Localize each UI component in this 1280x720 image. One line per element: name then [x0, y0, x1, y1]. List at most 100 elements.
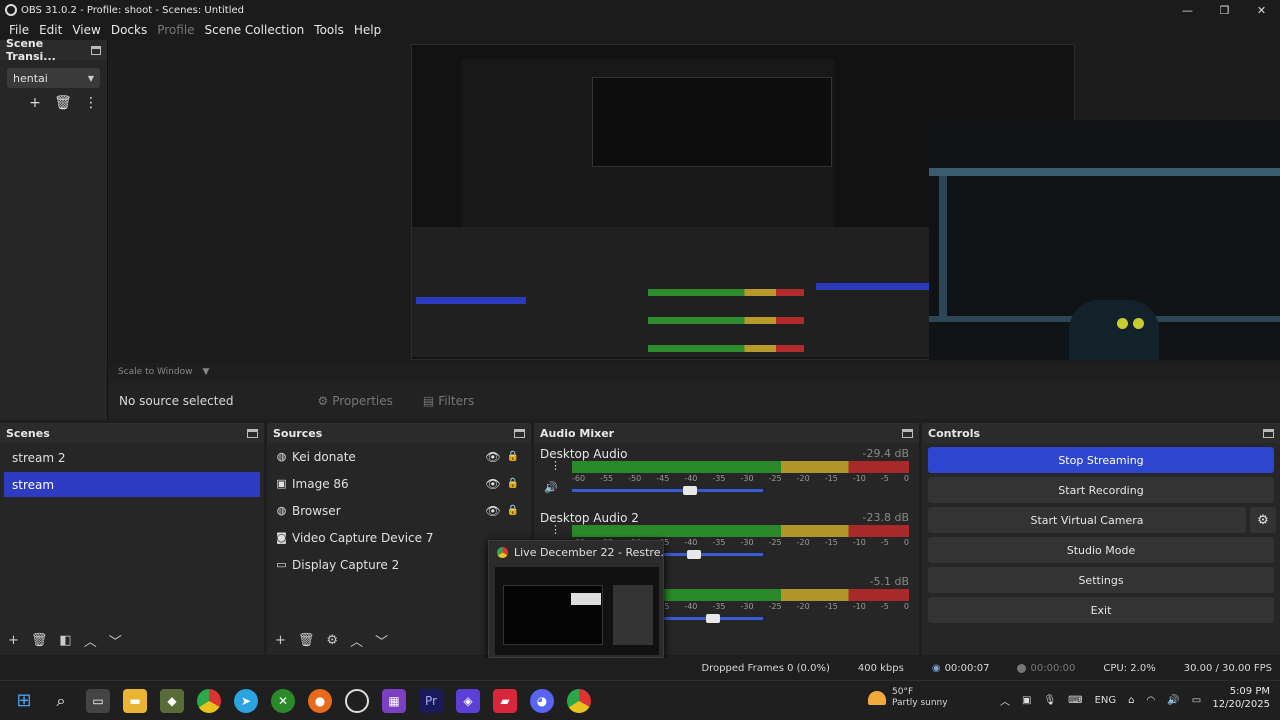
premiere-pro-icon[interactable]: Pr [419, 688, 443, 713]
gear-icon[interactable]: ⚙ [1250, 507, 1276, 533]
settings-button[interactable]: Settings [928, 567, 1274, 593]
filter-icon[interactable]: ◧ [59, 633, 71, 648]
file-explorer-icon[interactable]: ▬ [123, 688, 147, 713]
gear-icon[interactable]: ⚙ [326, 633, 338, 648]
preview-area[interactable] [109, 40, 1280, 363]
lock-icon[interactable]: 🔒 [507, 505, 519, 516]
menu-help[interactable]: Help [349, 23, 386, 37]
more-icon[interactable]: ⋮ [82, 94, 100, 112]
source-item[interactable]: ▣ Image 86 👁 🔒 [267, 470, 531, 497]
source-item[interactable]: ◍ Browser 👁 🔒 [267, 497, 531, 524]
keyboard-icon[interactable]: ⌨ [1068, 695, 1082, 706]
menu-view[interactable]: View [67, 23, 105, 37]
undock-icon[interactable] [514, 428, 525, 438]
more-icon[interactable]: ⋮ [550, 523, 561, 536]
app-icon[interactable]: ◈ [456, 688, 480, 713]
add-icon[interactable]: + [8, 633, 19, 648]
transition-tools: + 🗑 ⋮ [0, 88, 107, 112]
thumbnail-highlight [571, 593, 601, 605]
volume-fader[interactable] [572, 489, 763, 492]
eye-icon[interactable]: 👁 [485, 477, 500, 491]
nested-meter [648, 317, 804, 324]
menu-tools[interactable]: Tools [309, 23, 349, 37]
undock-icon[interactable] [247, 428, 258, 438]
filters-button[interactable]: ▤ Filters [423, 394, 474, 408]
globe-icon: ◍ [276, 504, 287, 517]
chevron-down-icon: ▼ [202, 367, 210, 377]
scale-label[interactable]: Scale to Window [118, 367, 192, 377]
obs-icon[interactable] [345, 688, 369, 713]
exit-button[interactable]: Exit [928, 597, 1274, 623]
battery-icon[interactable]: ▭ [1192, 695, 1201, 706]
chrome-icon[interactable] [567, 688, 591, 713]
minimize-icon[interactable]: — [1169, 0, 1206, 20]
app-icon[interactable]: ▰ [493, 688, 517, 713]
stop-streaming-button[interactable]: Stop Streaming [928, 447, 1274, 473]
thumbnail-image[interactable] [495, 567, 659, 655]
scene-item[interactable]: stream 2 [4, 445, 260, 470]
fader-knob[interactable] [687, 550, 702, 559]
undock-icon[interactable] [1263, 428, 1274, 438]
fader-knob[interactable] [683, 486, 698, 495]
close-icon[interactable]: ✕ [1243, 0, 1280, 20]
lock-icon[interactable]: 🔒 [507, 478, 519, 489]
chevron-up-icon[interactable]: ︿ [1000, 693, 1010, 708]
move-down-icon[interactable]: ﹀ [109, 631, 122, 650]
move-up-icon[interactable]: ︿ [350, 631, 363, 650]
chrome-icon[interactable] [197, 688, 221, 713]
add-icon[interactable]: + [275, 633, 286, 648]
trash-icon[interactable]: 🗑 [31, 633, 48, 648]
firefox-icon[interactable]: ● [308, 688, 332, 713]
scenes-toolbar: + 🗑 ◧ ︿ ﹀ [0, 625, 264, 655]
trash-icon[interactable]: 🗑 [54, 94, 72, 112]
record-timer: 00:00:00 [1017, 663, 1075, 674]
start-recording-button[interactable]: Start Recording [928, 477, 1274, 503]
source-item[interactable]: ◍ Kei donate 👁 🔒 [267, 443, 531, 470]
tray-icon[interactable]: ⌂ [1128, 695, 1134, 706]
volume-icon[interactable]: 🔊 [1167, 695, 1179, 706]
app-tray-icon[interactable]: ▣ [1022, 695, 1031, 706]
task-view-icon[interactable]: ▭ [86, 688, 110, 713]
virtual-camera-row: Start Virtual Camera ⚙ [928, 507, 1276, 533]
properties-button[interactable]: ⚙ Properties [317, 394, 392, 408]
system-tray: ︿ ▣ 🎙 ⌨ ENG ⌂ ◠ 🔊 ▭ [1000, 680, 1201, 720]
undock-icon[interactable] [902, 428, 913, 438]
move-down-icon[interactable]: ﹀ [375, 631, 388, 650]
transition-select[interactable]: hentai ▼ [7, 68, 100, 88]
windows-start-icon[interactable]: ⊞ [12, 689, 36, 713]
telegram-icon[interactable]: ➤ [234, 688, 258, 713]
controls-dock: Controls Stop Streaming Start Recording … [922, 423, 1280, 655]
eye-icon[interactable]: 👁 [485, 450, 500, 464]
speaker-icon[interactable]: 🔊 [544, 481, 558, 494]
menu-docks[interactable]: Docks [106, 23, 152, 37]
menu-scene-collection[interactable]: Scene Collection [200, 23, 310, 37]
clock[interactable]: 5:09 PM 12/20/2025 [1212, 685, 1270, 711]
undock-icon[interactable] [90, 45, 101, 55]
microphone-icon[interactable]: 🎙 [1043, 695, 1056, 706]
minecraft-icon[interactable]: ◆ [160, 688, 184, 713]
start-virtual-camera-button[interactable]: Start Virtual Camera [1031, 514, 1144, 527]
taskbar-thumbnail-popup[interactable]: Live December 22 - Restre... [488, 540, 664, 658]
lock-icon[interactable]: 🔒 [507, 451, 519, 462]
language-indicator[interactable]: ENG [1095, 695, 1117, 706]
menu-edit[interactable]: Edit [34, 23, 67, 37]
wifi-icon[interactable]: ◠ [1147, 695, 1156, 706]
xbox-icon[interactable]: ✕ [271, 688, 295, 713]
nested-obs-panels [412, 227, 958, 357]
trash-icon[interactable]: 🗑 [298, 633, 315, 648]
weather-widget[interactable]: 50°F Partly sunny [868, 687, 948, 709]
search-icon[interactable]: ⌕ [49, 689, 73, 713]
transition-selected: hentai [13, 71, 48, 85]
fader-knob[interactable] [706, 614, 721, 623]
photos-icon[interactable]: ▦ [382, 688, 406, 713]
menu-profile[interactable]: Profile [152, 23, 199, 37]
menu-file[interactable]: File [4, 23, 34, 37]
scene-item-selected[interactable]: stream [4, 472, 260, 497]
maximize-icon[interactable]: ❐ [1206, 0, 1243, 20]
move-up-icon[interactable]: ︿ [84, 631, 97, 650]
more-icon[interactable]: ⋮ [550, 459, 561, 472]
discord-icon[interactable]: ◕ [530, 688, 554, 713]
studio-mode-button[interactable]: Studio Mode [928, 537, 1274, 563]
add-icon[interactable]: + [26, 94, 44, 112]
eye-icon[interactable]: 👁 [485, 504, 500, 518]
